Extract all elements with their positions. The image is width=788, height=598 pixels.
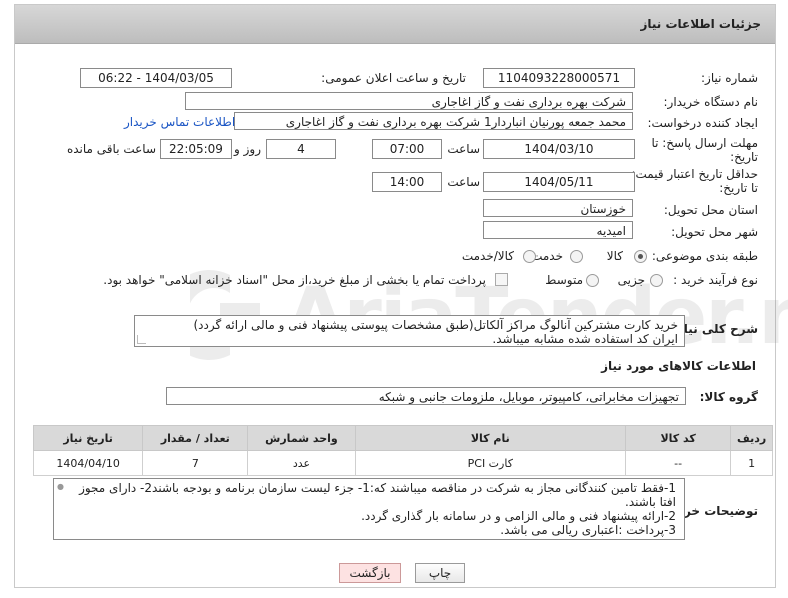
price-validity-time-field: 14:00 (372, 172, 442, 192)
print-button[interactable]: چاپ (415, 563, 465, 583)
category-radio-goods-service[interactable] (523, 250, 536, 263)
reply-deadline-label: مهلت ارسال پاسخ: تا (651, 136, 758, 150)
reply-time-field: 07:00 (372, 139, 442, 159)
buyer-notes-line-3: 2-ارائه پیشنهاد فنی و مالی الزامی و در س… (361, 509, 676, 523)
resize-grip-icon[interactable] (137, 335, 146, 344)
watermark-logo: AriaTender.neT (190, 270, 788, 362)
delivery-city-label: شهر محل تحویل: (671, 225, 758, 239)
reply-deadline-label-2: تاریخ: (730, 150, 758, 164)
remaining-time-field: 22:05:09 (160, 139, 232, 159)
table-header-row: ردیف کد کالا نام کالا واحد شمارش تعداد /… (32, 425, 773, 451)
purchase-option-minor: جزیی (617, 273, 645, 287)
back-button[interactable]: بازگشت (339, 563, 401, 583)
category-label: طبقه بندی موضوعی: (651, 249, 758, 263)
creator-label: ایجاد کننده درخواست: (647, 116, 758, 130)
category-option-goods: کالا (606, 249, 623, 263)
reply-time-label: ساعت (447, 142, 480, 156)
purchase-option-medium: متوسط (545, 273, 583, 287)
col-unit: واحد شمارش (247, 425, 356, 451)
price-validity-time-label: ساعت (447, 175, 480, 189)
creator-field: محمد جمعه پورنیان انباردار1 شرکت بهره بر… (234, 112, 633, 130)
scrollbar-icon[interactable]: ● (56, 483, 64, 535)
delivery-province-field: خوزستان (483, 199, 633, 217)
col-item-name: نام کالا (354, 425, 627, 451)
buyer-org-field: شرکت بهره برداری نفت و گاز اغاجاری (185, 92, 633, 110)
goods-group-field: تجهیزات مخابراتی، کامپیوتر، موبایل، ملزو… (166, 387, 686, 405)
description-textarea[interactable]: خرید کارت مشترکین آنالوگ مراکز آلکاتل(طب… (134, 315, 685, 347)
price-validity-label-2: تا تاریخ: (719, 181, 758, 195)
goods-table: ردیف کد کالا نام کالا واحد شمارش تعداد /… (32, 425, 773, 476)
category-radio-service[interactable] (570, 250, 583, 263)
announce-field: 1404/03/05 - 06:22 (80, 68, 232, 88)
page-title: جزئیات اطلاعات نیاز (640, 17, 761, 31)
buyer-notes-textarea[interactable]: 1-فقط تامین کنندگانی مجاز به شرکت در منا… (53, 478, 685, 540)
treasury-note: پرداخت تمام یا بخشی از مبلغ خرید،از محل … (103, 273, 486, 287)
goods-group-label: گروه کالا: (699, 390, 758, 404)
cell-quantity: 7 (142, 450, 249, 476)
cell-unit: عدد (247, 450, 356, 476)
reply-days-field: 4 (266, 139, 336, 159)
price-validity-label: حداقل تاریخ اعتبار قیمت: (631, 167, 758, 181)
price-validity-date-field: 1404/05/11 (483, 172, 635, 192)
description-line-1: خرید کارت مشترکین آنالوگ مراکز آلکاتل(طب… (193, 318, 678, 332)
reply-date-field: 1404/03/10 (483, 139, 635, 159)
purchase-radio-minor[interactable] (650, 274, 663, 287)
purchase-radio-medium[interactable] (586, 274, 599, 287)
category-option-goods-service: کالا/خدمت (461, 249, 514, 263)
purchase-type-label: نوع فرآیند خرید : (673, 273, 758, 287)
category-radio-goods[interactable] (634, 250, 647, 263)
table-row[interactable]: 1 -- کارت PCI عدد 7 1404/04/10 (32, 450, 773, 476)
delivery-city-field: امیدیه (483, 221, 633, 239)
cell-row-number: 1 (730, 450, 773, 476)
need-number-label: شماره نیاز: (701, 71, 758, 85)
treasury-checkbox[interactable] (495, 273, 508, 286)
buyer-contact-link[interactable]: اطلاعات تماس خریدار (124, 115, 235, 129)
delivery-province-label: استان محل تحویل: (663, 203, 758, 217)
col-item-code: کد کالا (625, 425, 732, 451)
announce-label: تاریخ و ساعت اعلان عمومی: (321, 71, 466, 85)
buyer-notes-line-2: افتا باشند. (625, 495, 676, 509)
reply-days-label: روز و (234, 142, 261, 156)
col-quantity: تعداد / مقدار (142, 425, 249, 451)
cell-item-name: کارت PCI (354, 450, 627, 476)
panel-header: جزئیات اطلاعات نیاز (15, 5, 775, 44)
description-line-2: ایران کد استفاده شده مشابه میباشد. (492, 332, 678, 346)
col-need-date: تاریخ نیاز (32, 425, 144, 451)
need-number-field: 1104093228000571 (483, 68, 635, 88)
goods-section-title: اطلاعات کالاهای مورد نیاز (601, 359, 756, 373)
remaining-time-label: ساعت باقی مانده (66, 142, 156, 156)
buyer-notes-line-4: 3-پرداخت :اعتباری ریالی می باشد. (500, 523, 676, 537)
buyer-org-label: نام دستگاه خریدار: (663, 95, 759, 109)
cell-item-code: -- (625, 450, 732, 476)
col-row-number: ردیف (730, 425, 773, 451)
cell-need-date: 1404/04/10 (32, 450, 144, 476)
buyer-notes-line-1: 1-فقط تامین کنندگانی مجاز به شرکت در منا… (79, 481, 676, 495)
